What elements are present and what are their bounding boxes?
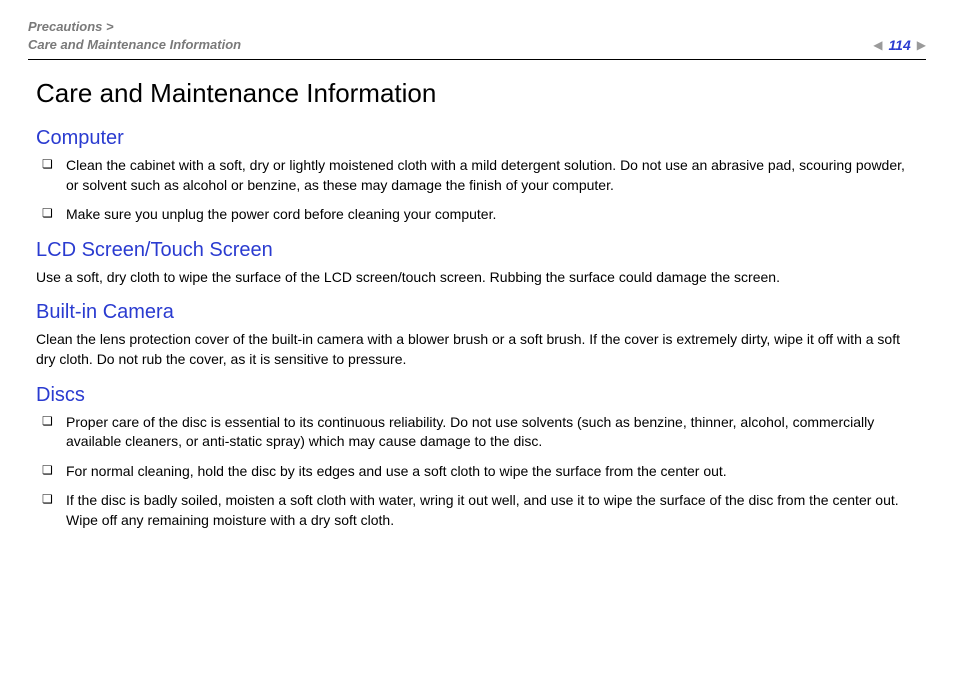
breadcrumb: Precautions > Care and Maintenance Infor…: [28, 18, 241, 53]
section-heading-camera: Built-in Camera: [36, 301, 918, 324]
camera-paragraph: Clean the lens protection cover of the b…: [36, 330, 918, 369]
discs-list: Proper care of the disc is essential to …: [36, 413, 918, 531]
next-page-arrow-icon[interactable]: ▶: [917, 38, 926, 52]
prev-page-arrow-icon[interactable]: ◀: [873, 38, 882, 52]
list-item: For normal cleaning, hold the disc by it…: [36, 462, 918, 482]
lcd-paragraph: Use a soft, dry cloth to wipe the surfac…: [36, 268, 918, 288]
computer-list: Clean the cabinet with a soft, dry or li…: [36, 156, 918, 225]
page-number: 114: [888, 37, 910, 53]
section-heading-discs: Discs: [36, 384, 918, 407]
section-heading-computer: Computer: [36, 127, 918, 150]
section-heading-lcd: LCD Screen/Touch Screen: [36, 239, 918, 262]
page-header: Precautions > Care and Maintenance Infor…: [28, 18, 926, 60]
page-number-nav: ◀ 114 ▶: [873, 37, 926, 53]
list-item: Clean the cabinet with a soft, dry or li…: [36, 156, 918, 195]
page-title: Care and Maintenance Information: [36, 78, 918, 109]
page-content: Care and Maintenance Information Compute…: [28, 78, 926, 531]
breadcrumb-line-1: Precautions >: [28, 18, 241, 36]
list-item: If the disc is badly soiled, moisten a s…: [36, 491, 918, 530]
list-item: Proper care of the disc is essential to …: [36, 413, 918, 452]
document-page: Precautions > Care and Maintenance Infor…: [0, 0, 954, 531]
breadcrumb-line-2: Care and Maintenance Information: [28, 36, 241, 54]
list-item: Make sure you unplug the power cord befo…: [36, 205, 918, 225]
